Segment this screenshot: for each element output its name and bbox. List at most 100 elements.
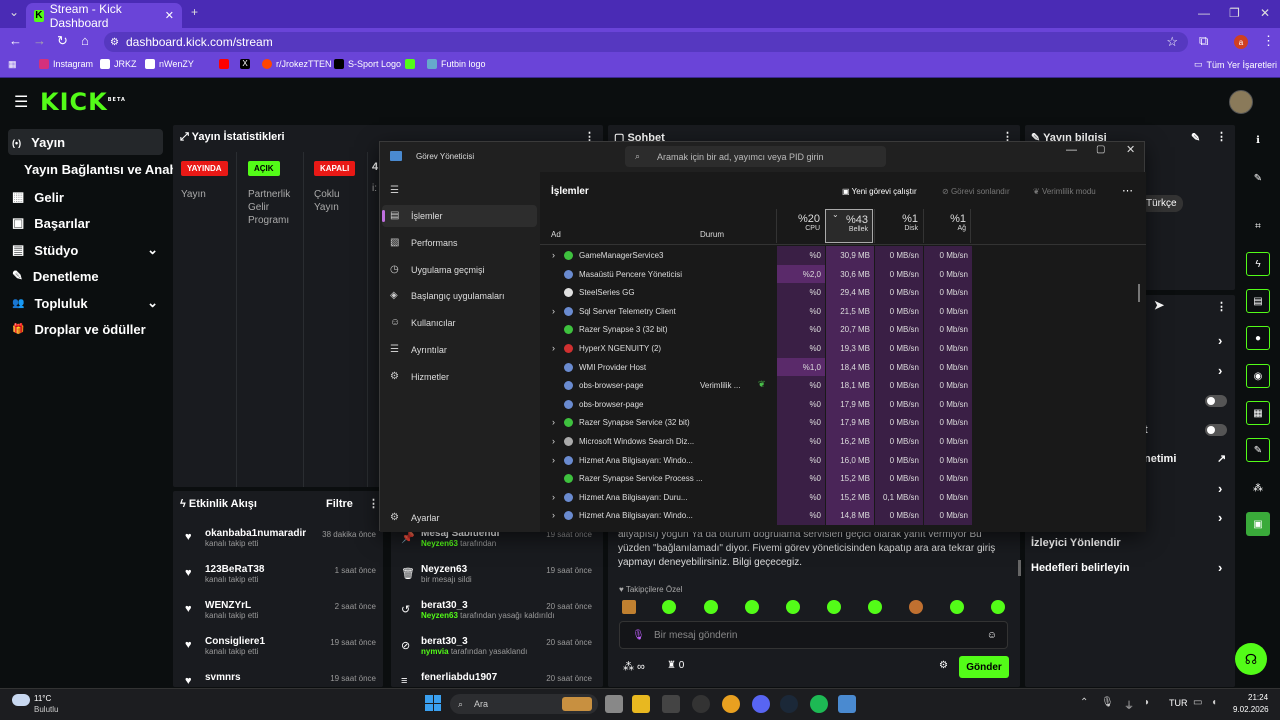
bookmark-instagram[interactable]: Instagram <box>39 59 93 69</box>
close-window-button[interactable]: ✕ <box>1260 6 1270 20</box>
list-item[interactable]: Neyzen63 bir mesajı sildi <box>421 564 472 584</box>
chevron-right-icon[interactable]: › <box>1218 510 1222 525</box>
activity-menu-icon[interactable]: ⋮ <box>368 497 379 510</box>
nav-item-denetleme[interactable]: ✎ Denetleme <box>12 268 99 284</box>
table-row[interactable]: › Microsoft Windows Search Diz... %0 16,… <box>540 432 1146 451</box>
table-row[interactable]: WMI Provider Host %1,0 18,4 MB 0 MB/sn 0… <box>540 357 1146 377</box>
taskbar-search[interactable]: ⌕ Ara <box>450 694 598 714</box>
info-menu-icon[interactable]: ⋮ <box>1216 130 1227 143</box>
table-row[interactable]: SteelSeries GG %0 29,4 MB 0 MB/sn 0 Mb/s… <box>540 283 1146 302</box>
profile-avatar[interactable]: a <box>1234 35 1248 49</box>
expand-chevron-icon[interactable]: › <box>552 250 555 260</box>
bookmark-jrkz[interactable]: JRKZ <box>100 59 137 69</box>
emote-icon[interactable] <box>909 600 923 614</box>
note-icon[interactable]: ▤ <box>1246 289 1270 313</box>
table-row[interactable]: › GameManagerService3 %0 30,9 MB 0 MB/sn… <box>540 246 1146 265</box>
emote-icon[interactable] <box>745 600 759 614</box>
chat-settings-icon[interactable]: ⚙ <box>939 660 948 671</box>
store-icon[interactable] <box>662 695 680 713</box>
filter-button[interactable]: Filtre <box>326 498 353 510</box>
share-icon[interactable]: ⁂ <box>1246 476 1270 500</box>
volume-icon[interactable]: ◖ <box>1211 697 1217 708</box>
new-tab-button[interactable]: + <box>191 5 198 19</box>
emote-icon[interactable] <box>662 600 676 614</box>
nav-item-yayin[interactable]: (•) Yayın <box>12 135 65 150</box>
toggle-switch[interactable] <box>1205 395 1227 407</box>
external-link-icon[interactable]: ↗ <box>1217 452 1226 465</box>
tm-hamburger-icon[interactable]: ☰ <box>390 185 399 196</box>
table-row[interactable]: › HyperX NGENUITY (2) %0 19,3 MB 0 MB/sn… <box>540 339 1146 358</box>
chat-users-icon[interactable]: ⁂ ∞ <box>623 660 645 673</box>
expand-chevron-icon[interactable]: › <box>552 455 555 465</box>
tm-search-input[interactable]: ⌕ Aramak için bir ad, yayımcı veya PID g… <box>625 146 886 167</box>
col-header-name[interactable]: Ad <box>551 230 561 239</box>
chat-input[interactable]: 🎙 Bir mesaj gönderin ☺ <box>619 621 1008 649</box>
list-item[interactable]: okanbaba1numaradir kanalı takip etti <box>205 528 306 548</box>
tm-minimize-button[interactable]: — <box>1066 144 1077 156</box>
tm-more-icon[interactable]: ⋯ <box>1122 184 1133 197</box>
expand-chevron-icon[interactable]: › <box>552 492 555 502</box>
extensions-icon[interactable]: ⧉ <box>1199 33 1208 49</box>
expand-chevron-icon[interactable]: › <box>552 510 555 520</box>
chat-scrollbar[interactable] <box>1018 560 1021 576</box>
redirect-viewers-link[interactable]: İzleyici Yönlendir <box>1031 537 1121 549</box>
spotify-icon[interactable] <box>810 695 828 713</box>
forward-icon[interactable]: → <box>33 33 46 48</box>
tab-list-icon[interactable]: ⌄ <box>9 5 19 19</box>
quick-actions-menu-icon[interactable]: ⋮ <box>1216 300 1227 313</box>
col-header-network[interactable]: %1 Ağ <box>923 209 971 243</box>
chevron-right-icon[interactable]: › <box>1218 363 1222 378</box>
toggle-switch[interactable] <box>1205 424 1227 436</box>
list-item[interactable]: fenerliabdu1907 <box>421 672 497 683</box>
pencil-icon[interactable]: ✎ <box>1246 166 1270 190</box>
emote-icon[interactable] <box>868 600 882 614</box>
close-tab-icon[interactable]: ✕ <box>165 9 174 22</box>
minimize-button[interactable]: — <box>1198 6 1210 20</box>
emote-icon[interactable] <box>827 600 841 614</box>
col-header-status[interactable]: Durum <box>700 230 724 239</box>
nav-item-studyo[interactable]: ▤ Stüdyo ⌄ <box>12 242 158 258</box>
weather-desc[interactable]: Bulutlu <box>34 705 58 714</box>
back-icon[interactable]: ← <box>9 33 22 48</box>
clock-time[interactable]: 21:24 <box>1248 693 1268 702</box>
reload-icon[interactable]: ↻ <box>57 33 68 49</box>
tm-nav-item[interactable]: İşlemler <box>411 211 443 221</box>
list-item[interactable]: Consigliere1 kanalı takip etti <box>205 636 265 656</box>
wrench-icon[interactable]: ✎ <box>1246 438 1270 462</box>
nav-item-topluluk[interactable]: 👥 Topluluk ⌄ <box>12 295 158 311</box>
emoji-icon[interactable]: ☺ <box>987 630 997 641</box>
file-explorer-icon[interactable] <box>632 695 650 713</box>
hamburger-menu-icon[interactable]: ☰ <box>14 92 28 112</box>
bookmark-futbin[interactable]: Futbin logo <box>427 59 486 69</box>
task-manager-taskbar-icon[interactable] <box>838 695 856 713</box>
layout-icon[interactable]: ▦ <box>1246 401 1270 425</box>
chat-points[interactable]: ♜ 0 <box>667 660 684 671</box>
apps-grid-icon[interactable]: ▦ <box>8 59 17 70</box>
network-icon[interactable]: ▭ <box>1193 697 1202 708</box>
list-item[interactable]: berat30_3 nymvia tarafından yasaklandı <box>421 636 527 656</box>
tm-nav-item[interactable]: Performans <box>411 238 458 248</box>
expand-chevron-icon[interactable]: › <box>552 306 555 316</box>
end-task-button[interactable]: ⊘ Görevi sonlandır <box>942 187 1010 196</box>
table-row[interactable]: › Razer Synapse Service (32 bit) %0 17,9… <box>540 413 1146 432</box>
input-language[interactable]: TUR <box>1169 698 1188 708</box>
table-row[interactable]: › Hizmet Ana Bilgisayarı: Windo... %0 16… <box>540 450 1146 470</box>
send-button[interactable]: Gönder <box>959 656 1009 678</box>
all-bookmarks[interactable]: ▭ Tüm Yer İşaretleri <box>1194 59 1277 70</box>
clock-date[interactable]: 9.02.2026 <box>1233 705 1269 714</box>
emote-icon[interactable] <box>950 600 964 614</box>
home-icon[interactable]: ⌂ <box>81 33 89 48</box>
tray-chevron-icon[interactable]: ⌃ <box>1080 697 1088 708</box>
nav-item-stream-key[interactable]: Yayın Bağlantısı ve Anahtarı <box>24 162 198 177</box>
tm-nav-item[interactable]: Başlangıç uygulamaları <box>411 291 505 301</box>
expand-chevron-icon[interactable]: › <box>552 436 555 446</box>
table-row[interactable]: › Hizmet Ana Bilgisayarı: Windo... %0 14… <box>540 506 1146 525</box>
chrome-icon[interactable] <box>722 695 740 713</box>
kick-logo[interactable]: KICKBETA <box>40 88 126 116</box>
user-avatar[interactable] <box>1229 90 1253 114</box>
emote-icon[interactable] <box>786 600 800 614</box>
weather-temp[interactable]: 11°C <box>34 694 51 703</box>
obs-icon[interactable] <box>692 695 710 713</box>
bookmark-ssport[interactable]: S-Sport Logo <box>334 59 401 69</box>
info-circle-icon[interactable]: ℹ <box>1246 128 1270 152</box>
